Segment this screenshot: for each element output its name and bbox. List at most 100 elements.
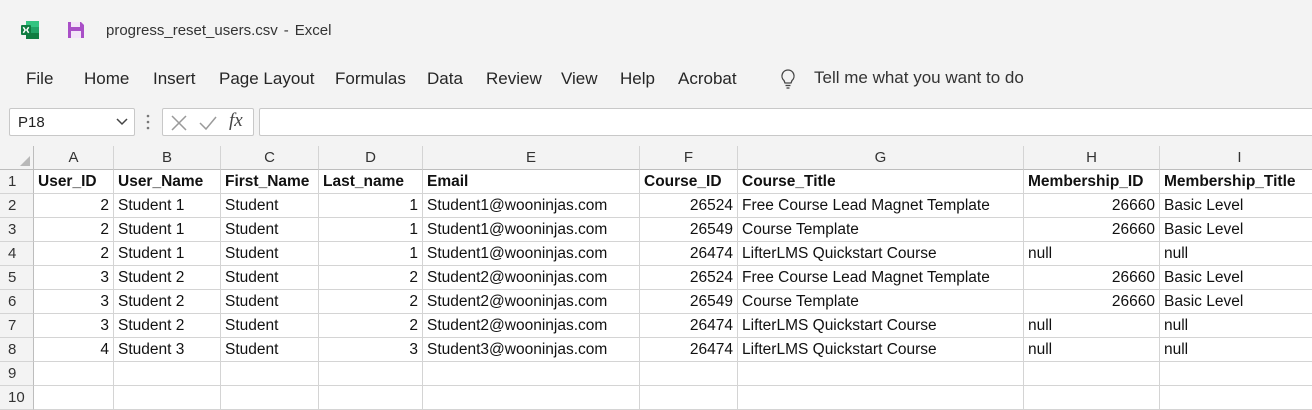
table-cell[interactable]: 3 — [34, 314, 114, 338]
column-header-h[interactable]: H — [1024, 146, 1160, 170]
tab-page-layout[interactable]: Page Layout — [219, 69, 314, 89]
table-cell[interactable] — [114, 386, 221, 410]
column-header-d[interactable]: D — [319, 146, 423, 170]
row-header-10[interactable]: 10 — [0, 386, 34, 410]
lightbulb-icon[interactable] — [778, 68, 798, 90]
tab-review[interactable]: Review — [486, 69, 542, 89]
table-cell[interactable] — [640, 362, 738, 386]
checkmark-icon[interactable] — [198, 114, 218, 132]
table-cell[interactable]: 1 — [319, 194, 423, 218]
table-cell[interactable]: Student — [221, 290, 319, 314]
table-cell[interactable]: 1 — [319, 242, 423, 266]
table-cell[interactable]: 2 — [34, 242, 114, 266]
table-cell[interactable]: Basic Level — [1160, 194, 1312, 218]
table-cell[interactable]: Course Template — [738, 290, 1024, 314]
header-cell[interactable]: Course_Title — [738, 170, 1024, 194]
table-cell[interactable] — [221, 386, 319, 410]
tab-insert[interactable]: Insert — [153, 69, 196, 89]
name-box[interactable]: P18 — [9, 108, 135, 136]
table-cell[interactable] — [221, 362, 319, 386]
table-cell[interactable]: 26549 — [640, 290, 738, 314]
table-cell[interactable] — [423, 386, 640, 410]
table-cell[interactable]: 26474 — [640, 338, 738, 362]
header-cell[interactable]: Last_name — [319, 170, 423, 194]
table-cell[interactable]: Student1@wooninjas.com — [423, 218, 640, 242]
table-cell[interactable]: null — [1160, 338, 1312, 362]
tab-data[interactable]: Data — [427, 69, 463, 89]
table-cell[interactable]: 2 — [34, 218, 114, 242]
table-cell[interactable]: Student2@wooninjas.com — [423, 314, 640, 338]
table-cell[interactable]: Student — [221, 194, 319, 218]
table-cell[interactable] — [319, 386, 423, 410]
table-cell[interactable]: 2 — [319, 266, 423, 290]
table-cell[interactable] — [1160, 386, 1312, 410]
table-cell[interactable]: 2 — [319, 290, 423, 314]
table-cell[interactable]: Student 1 — [114, 194, 221, 218]
row-header-6[interactable]: 6 — [0, 290, 34, 314]
table-cell[interactable]: Student — [221, 338, 319, 362]
table-cell[interactable]: 26660 — [1024, 290, 1160, 314]
table-cell[interactable]: Student 2 — [114, 314, 221, 338]
tab-view[interactable]: View — [561, 69, 598, 89]
tab-formulas[interactable]: Formulas — [335, 69, 406, 89]
row-header-9[interactable]: 9 — [0, 362, 34, 386]
header-cell[interactable]: User_ID — [34, 170, 114, 194]
tab-file[interactable]: File — [26, 69, 53, 89]
row-header-1[interactable]: 1 — [0, 170, 34, 194]
table-cell[interactable]: 2 — [319, 314, 423, 338]
table-cell[interactable]: 26660 — [1024, 194, 1160, 218]
column-header-b[interactable]: B — [114, 146, 221, 170]
column-header-c[interactable]: C — [221, 146, 319, 170]
table-cell[interactable]: Student — [221, 242, 319, 266]
table-cell[interactable]: Student2@wooninjas.com — [423, 266, 640, 290]
table-cell[interactable]: 1 — [319, 218, 423, 242]
table-cell[interactable]: Student 3 — [114, 338, 221, 362]
table-cell[interactable]: 26660 — [1024, 218, 1160, 242]
row-header-8[interactable]: 8 — [0, 338, 34, 362]
table-cell[interactable]: Basic Level — [1160, 218, 1312, 242]
cancel-icon[interactable] — [170, 114, 188, 132]
spreadsheet-grid[interactable]: A B C D E F G H I 1 User_ID User_Name First_Name Last… — [0, 146, 1312, 410]
table-cell[interactable]: 2 — [34, 194, 114, 218]
tell-me-search[interactable]: Tell me what you want to do — [814, 68, 1024, 88]
select-all-button[interactable] — [0, 146, 34, 170]
row-header-2[interactable]: 2 — [0, 194, 34, 218]
chevron-down-icon[interactable] — [116, 117, 128, 127]
table-cell[interactable]: Basic Level — [1160, 266, 1312, 290]
table-cell[interactable]: 3 — [34, 290, 114, 314]
table-cell[interactable]: LifterLMS Quickstart Course — [738, 338, 1024, 362]
table-cell[interactable]: Student 2 — [114, 266, 221, 290]
header-cell[interactable]: Membership_ID — [1024, 170, 1160, 194]
table-cell[interactable]: Student 2 — [114, 290, 221, 314]
row-header-3[interactable]: 3 — [0, 218, 34, 242]
row-header-4[interactable]: 4 — [0, 242, 34, 266]
table-cell[interactable]: null — [1160, 242, 1312, 266]
formula-input[interactable] — [259, 108, 1312, 136]
table-cell[interactable]: Student2@wooninjas.com — [423, 290, 640, 314]
column-header-e[interactable]: E — [423, 146, 640, 170]
table-cell[interactable]: Course Template — [738, 218, 1024, 242]
header-cell[interactable]: First_Name — [221, 170, 319, 194]
table-cell[interactable] — [114, 362, 221, 386]
table-cell[interactable]: Basic Level — [1160, 290, 1312, 314]
table-cell[interactable]: 26549 — [640, 218, 738, 242]
table-cell[interactable]: LifterLMS Quickstart Course — [738, 314, 1024, 338]
table-cell[interactable]: Free Course Lead Magnet Template — [738, 266, 1024, 290]
table-cell[interactable]: Student1@wooninjas.com — [423, 242, 640, 266]
table-cell[interactable]: null — [1024, 314, 1160, 338]
row-header-5[interactable]: 5 — [0, 266, 34, 290]
table-cell[interactable]: Student3@wooninjas.com — [423, 338, 640, 362]
table-cell[interactable]: Student — [221, 314, 319, 338]
table-cell[interactable] — [423, 362, 640, 386]
tab-home[interactable]: Home — [84, 69, 129, 89]
table-cell[interactable]: null — [1024, 338, 1160, 362]
column-header-i[interactable]: I — [1160, 146, 1312, 170]
column-header-f[interactable]: F — [640, 146, 738, 170]
table-cell[interactable] — [738, 362, 1024, 386]
table-cell[interactable]: null — [1160, 314, 1312, 338]
column-header-a[interactable]: A — [34, 146, 114, 170]
save-icon[interactable] — [66, 20, 86, 40]
header-cell[interactable]: User_Name — [114, 170, 221, 194]
table-cell[interactable]: 3 — [34, 266, 114, 290]
insert-function-icon[interactable]: fx — [229, 110, 243, 132]
